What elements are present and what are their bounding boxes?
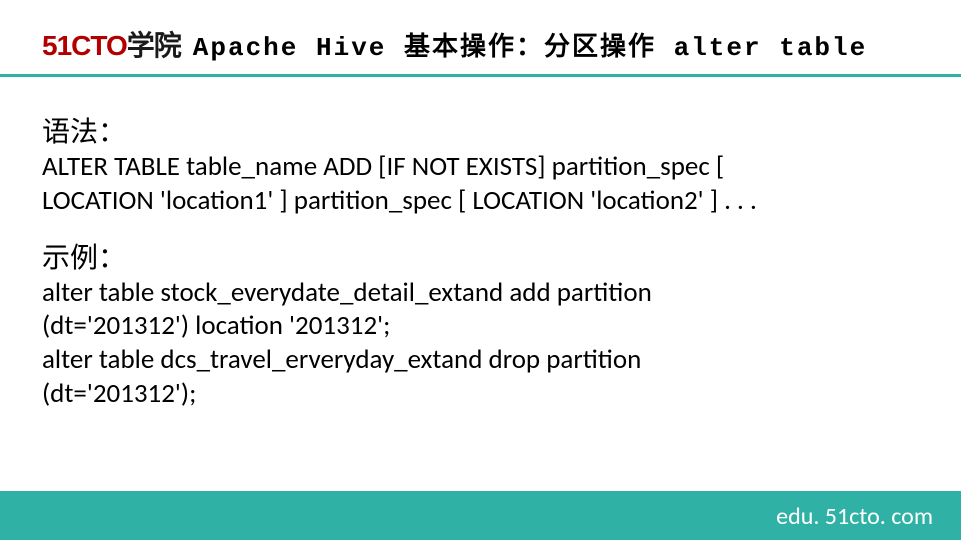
example-label: 示例：	[42, 236, 919, 276]
logo: 51CTO学院	[42, 24, 181, 64]
content: 语法： ALTER TABLE table_name ADD [IF NOT E…	[42, 100, 919, 417]
syntax-line: ALTER TABLE table_name ADD [IF NOT EXIST…	[42, 150, 919, 184]
example-line: (dt='201312') location '201312';	[42, 309, 919, 343]
footer-bar: edu. 51cto. com	[0, 491, 961, 540]
slide: 51CTO学院 Apache Hive 基本操作：分区操作 alter tabl…	[0, 0, 961, 540]
syntax-block: 语法： ALTER TABLE table_name ADD [IF NOT E…	[42, 110, 919, 218]
header: 51CTO学院 Apache Hive 基本操作：分区操作 alter tabl…	[42, 24, 961, 64]
syntax-line: LOCATION 'location1' ] partition_spec [ …	[42, 184, 919, 218]
example-line: alter table stock_everydate_detail_extan…	[42, 276, 919, 310]
example-line: alter table dcs_travel_erveryday_extand …	[42, 343, 919, 377]
divider	[0, 74, 961, 77]
logo-brand: 51CTO	[42, 30, 127, 61]
example-line: (dt='201312');	[42, 377, 919, 411]
page-title: Apache Hive 基本操作：分区操作 alter table	[193, 26, 867, 63]
syntax-label: 语法：	[42, 110, 919, 150]
example-block: 示例： alter table stock_everydate_detail_e…	[42, 236, 919, 411]
footer-url: edu. 51cto. com	[776, 502, 933, 531]
logo-sub: 学院	[127, 30, 181, 61]
